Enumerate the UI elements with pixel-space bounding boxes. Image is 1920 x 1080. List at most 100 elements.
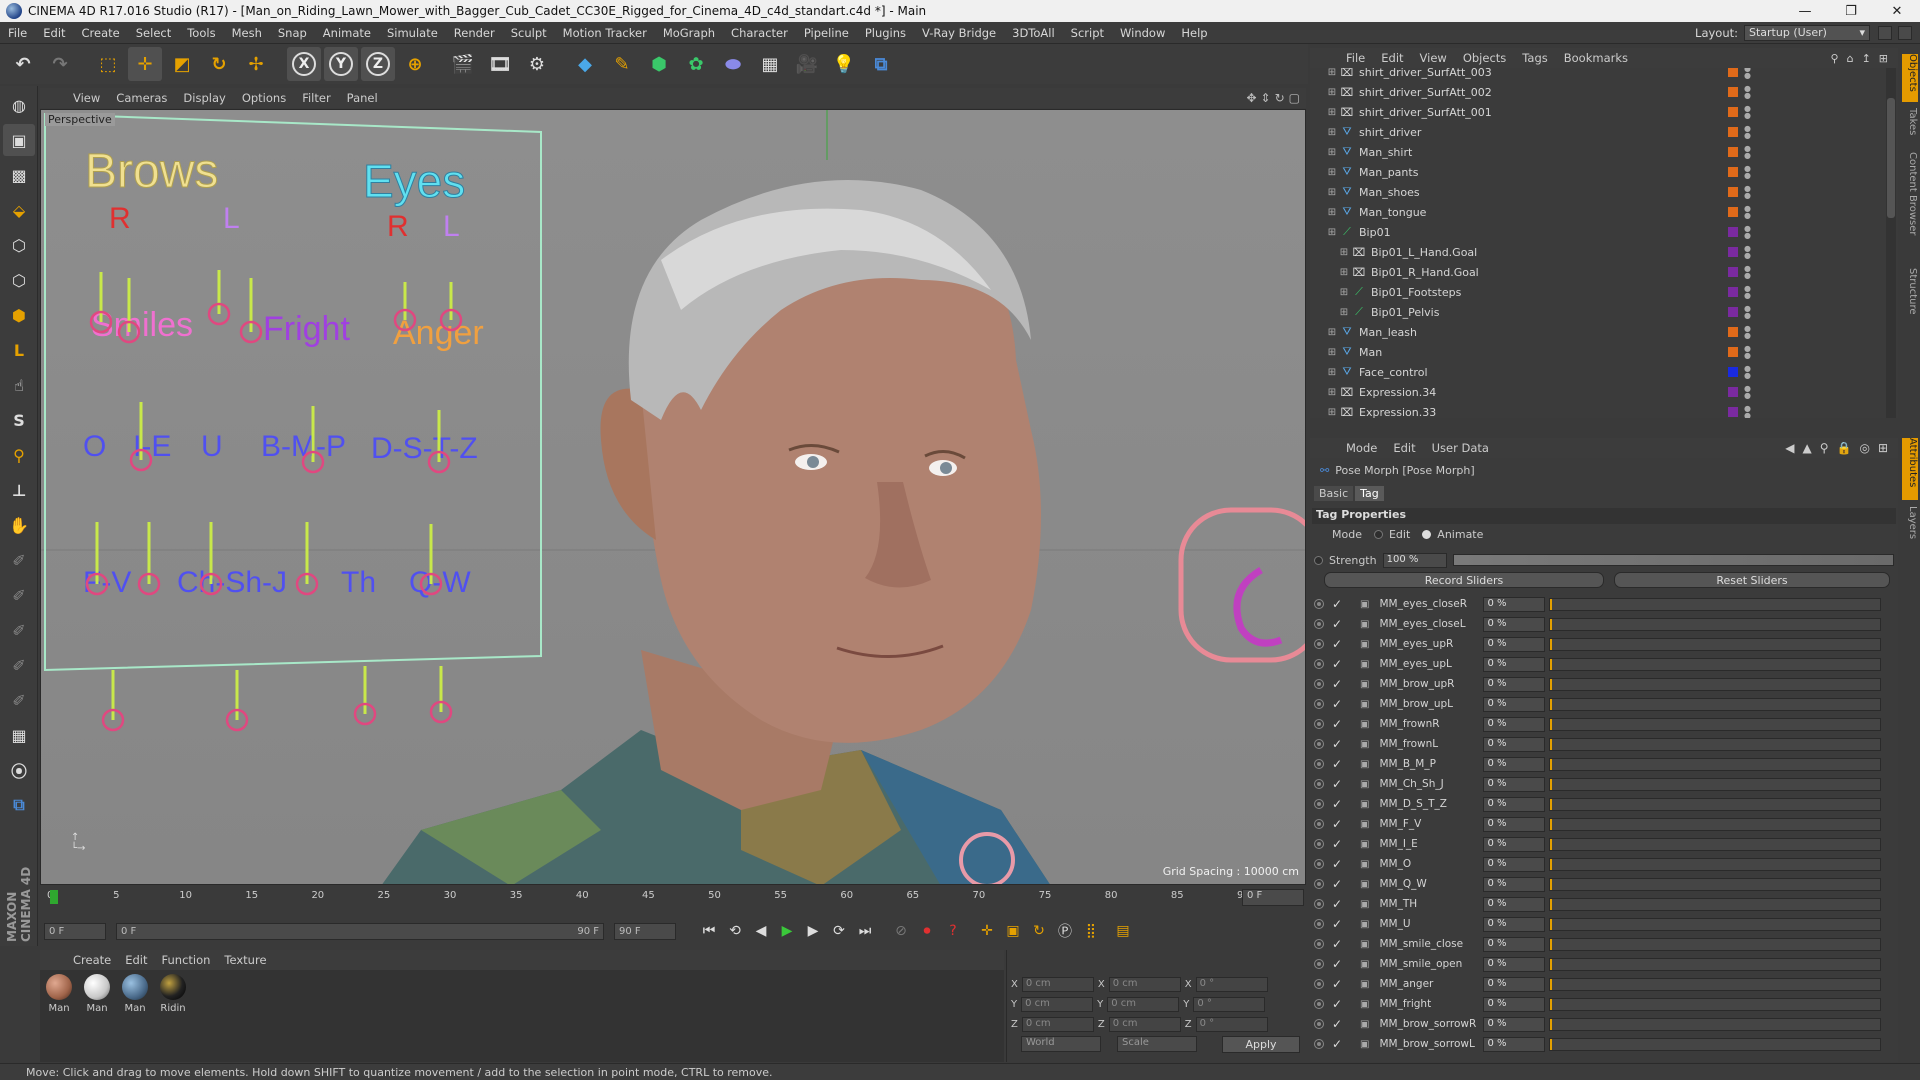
morph-enable-checkbox[interactable]: ✓ xyxy=(1332,777,1346,791)
layer-color-swatch[interactable] xyxy=(1728,247,1738,257)
viewport-menu-display[interactable]: Display xyxy=(176,91,232,105)
menu-motion-tracker[interactable]: Motion Tracker xyxy=(555,26,655,40)
record-parameter-icon[interactable]: Ⓟ xyxy=(1052,918,1078,944)
animate-dot-icon[interactable] xyxy=(1314,799,1324,809)
layer-color-swatch[interactable] xyxy=(1728,207,1738,217)
sculpt-pull-icon[interactable]: ✐ xyxy=(3,544,35,576)
morph-enable-checkbox[interactable]: ✓ xyxy=(1332,717,1346,731)
visibility-dots-icon[interactable]: ● ● xyxy=(1744,365,1751,380)
move-tool-icon[interactable]: ✛ xyxy=(128,47,162,81)
morph-enable-checkbox[interactable]: ✓ xyxy=(1332,897,1346,911)
om-menu-objects[interactable]: Objects xyxy=(1455,51,1514,65)
record-scale-icon[interactable]: ▣ xyxy=(1000,918,1026,944)
morph-value-field[interactable]: 0 % xyxy=(1483,1016,1546,1032)
floor-scene-icon[interactable]: ▦ xyxy=(753,47,787,81)
render-picture-viewer-icon[interactable]: 🎞 xyxy=(483,47,517,81)
menu-simulate[interactable]: Simulate xyxy=(379,26,446,40)
axis-mode-icon[interactable]: L xyxy=(3,334,35,366)
material-menu-texture[interactable]: Texture xyxy=(217,953,273,967)
morph-value-field[interactable]: 0 % xyxy=(1483,636,1546,652)
settings-icon[interactable]: ◎ xyxy=(1859,441,1869,455)
layer-color-swatch[interactable] xyxy=(1728,167,1738,177)
animate-dot-icon[interactable] xyxy=(1314,739,1324,749)
morph-slider[interactable] xyxy=(1549,597,1882,611)
morph-enable-checkbox[interactable]: ✓ xyxy=(1332,917,1346,931)
y-axis-lock-button[interactable]: Y xyxy=(324,47,358,81)
toggle-view-icon[interactable]: ▢ xyxy=(1289,91,1300,105)
morph-slider[interactable] xyxy=(1549,1037,1882,1051)
visibility-dots-icon[interactable]: ● ● xyxy=(1744,125,1751,140)
live-selection-icon[interactable]: ⬚ xyxy=(91,47,125,81)
edges-mode-icon[interactable]: ⬡ xyxy=(3,264,35,296)
am-menu-mode[interactable]: Mode xyxy=(1338,441,1385,455)
object-row[interactable]: ⊞ ⌧ Expression.34 ● ● xyxy=(1310,382,1886,402)
coordinate-space-dropdown[interactable]: World xyxy=(1021,1036,1101,1052)
layer-color-swatch[interactable] xyxy=(1728,327,1738,337)
object-row[interactable]: ⊞ ⛛ Man ● ● xyxy=(1310,342,1886,362)
morph-value-field[interactable]: 0 % xyxy=(1483,936,1546,952)
previous-frame-icon[interactable]: ◀ xyxy=(748,918,774,944)
visibility-dots-icon[interactable]: ● ● xyxy=(1744,345,1751,360)
menu-select[interactable]: Select xyxy=(128,26,179,40)
search-icon[interactable]: ⚲ xyxy=(1820,441,1829,455)
object-row[interactable]: ⊞ ⟋ Bip01_Footsteps ● ● xyxy=(1310,282,1886,302)
expand-toggle-icon[interactable]: ⊞ xyxy=(1338,306,1350,318)
expand-toggle-icon[interactable]: ⊞ xyxy=(1326,68,1338,78)
workplane-lock-icon[interactable]: ⊥ xyxy=(3,474,35,506)
array-generator-icon[interactable]: ✿ xyxy=(679,47,713,81)
animate-dot-icon[interactable] xyxy=(1314,759,1324,769)
z-axis-lock-button[interactable]: Z xyxy=(361,47,395,81)
minimize-button[interactable]: — xyxy=(1782,0,1828,22)
visibility-dots-icon[interactable]: ● ● xyxy=(1744,145,1751,160)
current-frame-field[interactable]: 0 F xyxy=(1242,889,1304,906)
layer-color-swatch[interactable] xyxy=(1728,267,1738,277)
morph-slider[interactable] xyxy=(1549,917,1882,931)
morph-value-field[interactable]: 0 % xyxy=(1483,756,1546,772)
expand-toggle-icon[interactable]: ⊞ xyxy=(1326,406,1338,418)
rotation-p-field[interactable]: 0 ° xyxy=(1193,996,1266,1012)
animate-dot-icon[interactable] xyxy=(1314,619,1324,629)
layer-color-swatch[interactable] xyxy=(1728,127,1738,137)
visibility-dots-icon[interactable]: ● ● xyxy=(1744,285,1751,300)
maximize-button[interactable]: ❐ xyxy=(1828,0,1874,22)
record-pla-icon[interactable]: ⣿ xyxy=(1078,918,1104,944)
visibility-dots-icon[interactable]: ● ● xyxy=(1744,325,1751,340)
object-row[interactable]: ⊞ ⛛ Man_shirt ● ● xyxy=(1310,142,1886,162)
morph-slider[interactable] xyxy=(1549,697,1882,711)
object-manager-scrollbar[interactable] xyxy=(1886,68,1896,418)
expand-toggle-icon[interactable]: ⊞ xyxy=(1326,166,1338,178)
viewport-menu-filter[interactable]: Filter xyxy=(295,91,337,105)
morph-enable-checkbox[interactable]: ✓ xyxy=(1332,1017,1346,1031)
object-row[interactable]: ⊞ ⌧ shirt_driver_SurfAtt_001 ● ● xyxy=(1310,102,1886,122)
object-row[interactable]: ⊞ ⛛ Man_shoes ● ● xyxy=(1310,182,1886,202)
spline-pen-icon[interactable]: ✎ xyxy=(605,47,639,81)
visibility-dots-icon[interactable]: ● ● xyxy=(1744,265,1751,280)
coordinate-system-icon[interactable]: ⊕ xyxy=(398,47,432,81)
menu-window[interactable]: Window xyxy=(1112,26,1173,40)
record-keys-icon[interactable]: ⊘ xyxy=(888,918,914,944)
object-row[interactable]: ⊞ ⌧ Bip01_L_Hand.Goal ● ● xyxy=(1310,242,1886,262)
om-menu-view[interactable]: View xyxy=(1412,51,1455,65)
expand-toggle-icon[interactable]: ⊞ xyxy=(1326,206,1338,218)
morph-enable-checkbox[interactable]: ✓ xyxy=(1332,817,1346,831)
morph-value-field[interactable]: 0 % xyxy=(1483,916,1546,932)
layer-color-swatch[interactable] xyxy=(1728,187,1738,197)
material-item[interactable]: Ridin xyxy=(158,974,188,1058)
menu-snap[interactable]: Snap xyxy=(270,26,315,40)
position-x-field[interactable]: 0 cm xyxy=(1021,976,1094,992)
new-view-icon[interactable]: ⊞ xyxy=(1879,52,1888,65)
animate-dot-icon[interactable] xyxy=(1314,679,1324,689)
morph-value-field[interactable]: 0 % xyxy=(1483,716,1546,732)
rotation-b-field[interactable]: 0 ° xyxy=(1195,1016,1268,1032)
object-row[interactable]: ⊞ ⌧ Expression.33 ● ● xyxy=(1310,402,1886,419)
morph-value-field[interactable]: 0 % xyxy=(1483,796,1546,812)
menu-edit[interactable]: Edit xyxy=(35,26,73,40)
menu-3dtoall[interactable]: 3DToAll xyxy=(1004,26,1063,40)
layer-color-swatch[interactable] xyxy=(1728,307,1738,317)
morph-enable-checkbox[interactable]: ✓ xyxy=(1332,617,1346,631)
workplane-mode-icon[interactable]: ⬙ xyxy=(3,194,35,226)
morph-slider[interactable] xyxy=(1549,857,1882,871)
layout-lock-icon[interactable] xyxy=(1878,25,1892,40)
morph-enable-checkbox[interactable]: ✓ xyxy=(1332,677,1346,691)
morph-slider[interactable] xyxy=(1549,997,1882,1011)
